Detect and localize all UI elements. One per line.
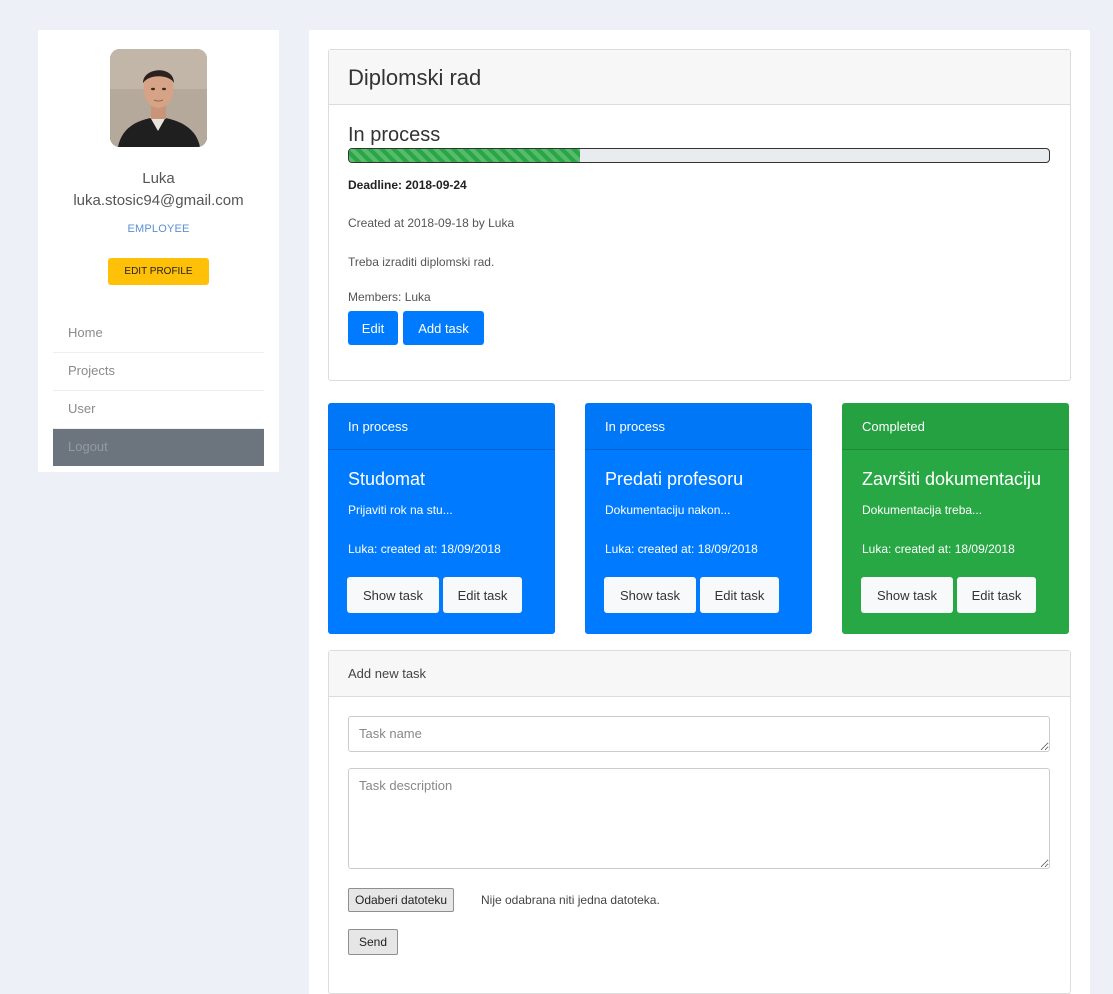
- user-role-badge: EMPLOYEE: [127, 223, 190, 235]
- task-description: Dokumentacija treba...: [862, 503, 983, 517]
- edit-task-button[interactable]: Edit task: [443, 577, 522, 613]
- project-status: In process: [348, 124, 441, 146]
- choose-file-button[interactable]: Odaberi datoteku: [348, 888, 455, 912]
- task-meta: Luka: created at: 18/09/2018: [348, 542, 501, 556]
- user-photo-icon: [110, 49, 207, 147]
- show-task-button[interactable]: Show task: [604, 577, 696, 613]
- project-created: Created at 2018-09-18 by Luka: [348, 216, 515, 230]
- task-description: Prijaviti rok na stu...: [348, 503, 453, 517]
- project-card: Diplomski rad In process Deadline: 2018-…: [328, 49, 1071, 381]
- add-task-form: Add new task Odaberi datoteku Nije odabr…: [328, 650, 1071, 994]
- task-name-input[interactable]: [348, 716, 1050, 752]
- user-name: Luka: [142, 170, 175, 187]
- send-button[interactable]: Send: [348, 929, 398, 955]
- project-deadline: Deadline: 2018-09-24: [348, 178, 467, 192]
- form-title: Add new task: [329, 651, 1070, 697]
- task-status: In process: [328, 403, 555, 450]
- edit-task-button[interactable]: Edit task: [700, 577, 779, 613]
- members-label: Members:: [348, 290, 402, 304]
- project-description: Treba izraditi diplomski rad.: [348, 255, 495, 269]
- task-card: Completed Završiti dokumentaciju Dokumen…: [842, 403, 1069, 634]
- task-description-input[interactable]: [348, 768, 1050, 869]
- sidebar-item-projects[interactable]: Projects: [53, 353, 264, 391]
- task-description: Dokumentaciju nakon...: [605, 503, 731, 517]
- task-title: Završiti dokumentaciju: [862, 469, 1042, 489]
- avatar: [110, 49, 207, 147]
- task-status: Completed: [842, 403, 1069, 450]
- task-card: In process Predati profesoru Dokumentaci…: [585, 403, 812, 634]
- show-task-button[interactable]: Show task: [347, 577, 439, 613]
- file-status-text: Nije odabrana niti jedna datoteka.: [481, 893, 660, 907]
- members-value: Luka: [404, 290, 431, 304]
- task-meta: Luka: created at: 18/09/2018: [862, 542, 1015, 556]
- progress-fill: [349, 149, 580, 162]
- sidebar-item-home[interactable]: Home: [53, 315, 264, 353]
- sidebar-item-logout[interactable]: Logout: [53, 429, 264, 466]
- show-task-button[interactable]: Show task: [861, 577, 953, 613]
- project-progress-bar: [348, 148, 1050, 163]
- sidebar-item-user[interactable]: User: [53, 391, 264, 429]
- project-title: Diplomski rad: [329, 50, 1070, 105]
- task-status: In process: [585, 403, 812, 450]
- task-title: Predati profesoru: [605, 469, 744, 489]
- add-task-button[interactable]: Add task: [403, 311, 484, 345]
- user-email: luka.stosic94@gmail.com: [73, 192, 244, 209]
- task-title: Studomat: [348, 469, 426, 489]
- edit-project-button[interactable]: Edit: [348, 311, 398, 345]
- sidebar-nav: Home Projects User Logout: [53, 315, 264, 466]
- task-meta: Luka: created at: 18/09/2018: [605, 542, 758, 556]
- profile-sidebar: Luka luka.stosic94@gmail.com EMPLOYEE ED…: [38, 30, 279, 472]
- edit-profile-button[interactable]: EDIT PROFILE: [108, 258, 209, 285]
- task-card: In process Studomat Prijaviti rok na stu…: [328, 403, 555, 634]
- main-content: Diplomski rad In process Deadline: 2018-…: [309, 30, 1090, 994]
- project-members: Members: Luka: [348, 290, 431, 304]
- edit-task-button[interactable]: Edit task: [957, 577, 1036, 613]
